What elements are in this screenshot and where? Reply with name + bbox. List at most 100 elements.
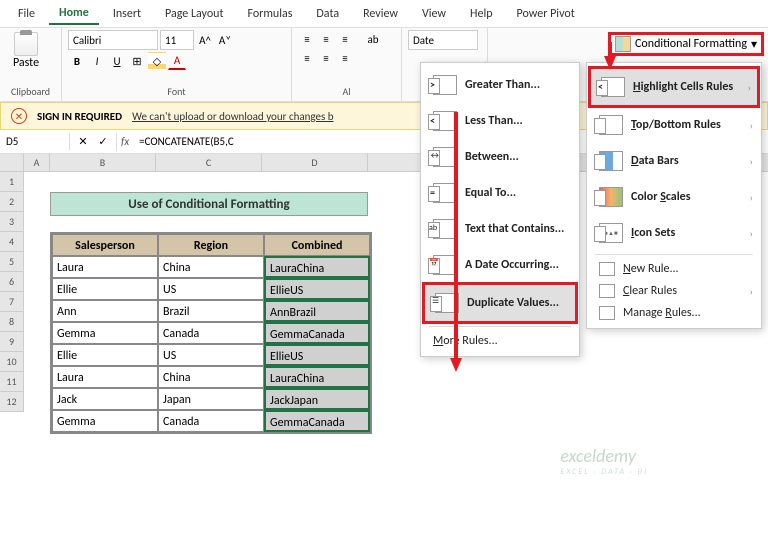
- row-header[interactable]: 3: [0, 212, 24, 232]
- underline-button[interactable]: U: [108, 52, 126, 70]
- align-center-icon[interactable]: ≡: [317, 49, 335, 67]
- row-header[interactable]: 9: [0, 332, 24, 352]
- table-cell[interactable]: Jack: [52, 388, 158, 410]
- manage-rules-item[interactable]: Manage Rules...: [589, 302, 759, 324]
- tab-review[interactable]: Review: [353, 4, 408, 24]
- table-cell[interactable]: China: [158, 366, 264, 388]
- number-format-select[interactable]: Date: [408, 30, 478, 50]
- row-header[interactable]: 5: [0, 252, 24, 272]
- table-cell[interactable]: EllieUS: [264, 344, 370, 366]
- row-header[interactable]: 7: [0, 292, 24, 312]
- tab-power-pivot[interactable]: Power Pivot: [507, 4, 585, 24]
- color-scales-item[interactable]: Color Scales›: [589, 179, 759, 215]
- row-header[interactable]: 10: [0, 352, 24, 372]
- tab-formulas[interactable]: Formulas: [237, 4, 302, 24]
- align-top-icon[interactable]: ≡: [298, 30, 316, 48]
- menu-label: Between...: [465, 150, 519, 164]
- decrease-font-icon[interactable]: A˅: [216, 31, 234, 49]
- icon-sets-item[interactable]: Icon Sets›: [589, 215, 759, 251]
- text-contains-item[interactable]: Text that Contains...: [423, 211, 577, 247]
- align-mid-icon[interactable]: ≡: [317, 30, 335, 48]
- table-cell[interactable]: Ann: [52, 300, 158, 322]
- tab-file[interactable]: File: [8, 4, 45, 24]
- wrap-text-icon[interactable]: ab: [364, 30, 382, 48]
- top-bottom-rules-item[interactable]: Top/Bottom Rules›: [589, 107, 759, 143]
- warning-message[interactable]: We can't upload or download your changes…: [132, 110, 334, 123]
- row-header[interactable]: 12: [0, 392, 24, 412]
- menu-label: Manage Rules...: [623, 306, 701, 320]
- equal-to-item[interactable]: Equal To...: [423, 175, 577, 211]
- conditional-formatting-menu: Highlight Cells Rules› Top/Bottom Rules›…: [586, 62, 762, 329]
- align-bot-icon[interactable]: ≡: [336, 30, 354, 48]
- cancel-formula-icon[interactable]: ✕: [74, 133, 92, 151]
- row-header[interactable]: 6: [0, 272, 24, 292]
- date-occurring-item[interactable]: A Date Occurring...: [423, 247, 577, 283]
- between-item[interactable]: Between...: [423, 139, 577, 175]
- menu-label: A Date Occurring...: [465, 258, 559, 272]
- col-header[interactable]: B: [50, 154, 156, 171]
- table-cell[interactable]: GemmaCanada: [264, 410, 370, 432]
- more-rules-item[interactable]: More Rules...: [423, 330, 577, 352]
- menu-label: Duplicate Values...: [467, 296, 559, 310]
- row-header[interactable]: 8: [0, 312, 24, 332]
- table-cell[interactable]: Japan: [158, 388, 264, 410]
- col-header[interactable]: D: [262, 154, 368, 171]
- font-size-select[interactable]: 11: [160, 30, 194, 50]
- table-cell[interactable]: Canada: [158, 322, 264, 344]
- bold-button[interactable]: B: [68, 52, 86, 70]
- header-salesperson: Salesperson: [52, 234, 158, 256]
- menu-label: Color Scales: [631, 190, 691, 204]
- align-left-icon[interactable]: ≡: [298, 49, 316, 67]
- table-cell[interactable]: LauraChina: [264, 256, 370, 278]
- table-cell[interactable]: China: [158, 256, 264, 278]
- italic-button[interactable]: I: [88, 52, 106, 70]
- table-cell[interactable]: Gemma: [52, 322, 158, 344]
- greater-than-item[interactable]: Greater Than...: [423, 67, 577, 103]
- increase-font-icon[interactable]: A^: [196, 31, 214, 49]
- clear-rules-item[interactable]: Clear Rules›: [589, 280, 759, 302]
- font-color-button[interactable]: A: [168, 52, 186, 70]
- align-right-icon[interactable]: ≡: [336, 49, 354, 67]
- row-header[interactable]: 2: [0, 192, 24, 212]
- less-than-item[interactable]: Less Than...: [423, 103, 577, 139]
- border-button[interactable]: ⊞: [128, 52, 146, 70]
- tab-data[interactable]: Data: [306, 4, 349, 24]
- table-cell[interactable]: Ellie: [52, 278, 158, 300]
- new-rule-item[interactable]: New Rule...: [589, 258, 759, 280]
- tab-home[interactable]: Home: [49, 3, 99, 25]
- font-name-select[interactable]: Calibri: [68, 30, 158, 50]
- table-cell[interactable]: JackJapan: [264, 388, 370, 410]
- tab-view[interactable]: View: [412, 4, 456, 24]
- tab-help[interactable]: Help: [460, 4, 503, 24]
- tab-page-layout[interactable]: Page Layout: [155, 4, 233, 24]
- table-cell[interactable]: AnnBrazil: [264, 300, 370, 322]
- table-cell[interactable]: EllieUS: [264, 278, 370, 300]
- highlight-cells-rules-item[interactable]: Highlight Cells Rules›: [588, 66, 760, 108]
- enter-formula-icon[interactable]: ✓: [94, 133, 112, 151]
- table-cell[interactable]: US: [158, 278, 264, 300]
- conditional-formatting-button[interactable]: Conditional Formatting ▾: [608, 32, 764, 56]
- data-bars-item[interactable]: Data Bars›: [589, 143, 759, 179]
- name-box[interactable]: D5: [0, 133, 70, 150]
- table-cell[interactable]: US: [158, 344, 264, 366]
- table-cell[interactable]: Brazil: [158, 300, 264, 322]
- fill-color-button[interactable]: ◇: [148, 52, 166, 70]
- table-cell[interactable]: LauraChina: [264, 366, 370, 388]
- table-cell[interactable]: GemmaCanada: [264, 322, 370, 344]
- menu-label: Equal To...: [465, 186, 516, 200]
- select-all-corner[interactable]: [0, 154, 24, 172]
- col-header[interactable]: A: [24, 154, 50, 171]
- fx-icon[interactable]: fx: [117, 135, 133, 148]
- tab-insert[interactable]: Insert: [103, 4, 151, 24]
- duplicate-values-item[interactable]: Duplicate Values...: [422, 282, 578, 324]
- row-header[interactable]: 11: [0, 372, 24, 392]
- row-header[interactable]: 4: [0, 232, 24, 252]
- table-cell[interactable]: Ellie: [52, 344, 158, 366]
- paste-button[interactable]: Paste: [6, 30, 46, 72]
- row-header[interactable]: 1: [0, 172, 24, 192]
- table-cell[interactable]: Laura: [52, 366, 158, 388]
- table-cell[interactable]: Gemma: [52, 410, 158, 432]
- col-header[interactable]: C: [156, 154, 262, 171]
- table-cell[interactable]: Canada: [158, 410, 264, 432]
- table-cell[interactable]: Laura: [52, 256, 158, 278]
